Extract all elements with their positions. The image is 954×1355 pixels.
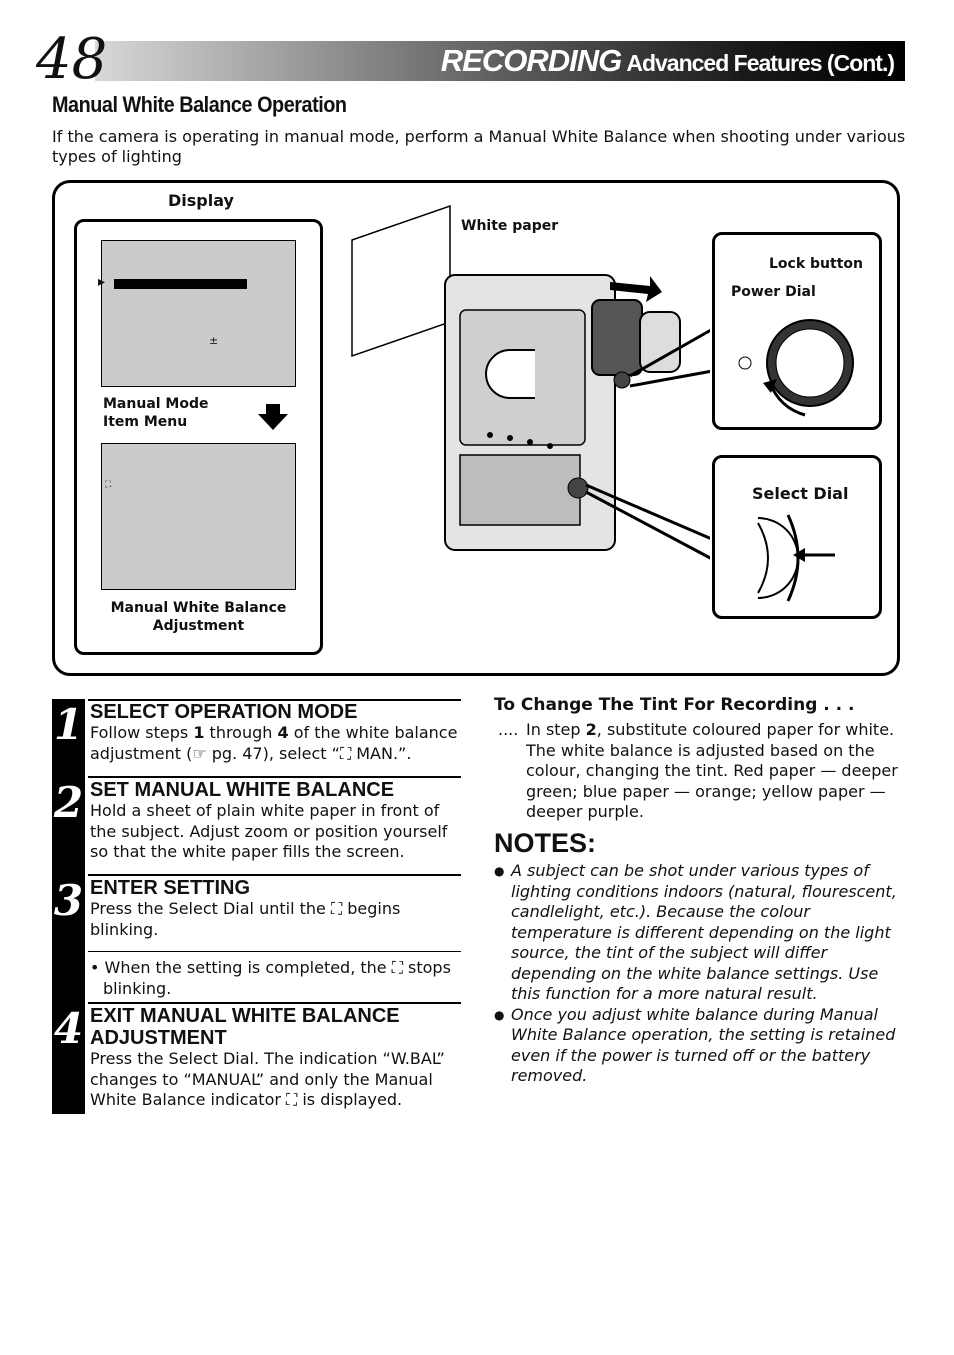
- step-number: 2: [53, 778, 84, 827]
- step-body: Press the Select Dial until the ⛶ begins…: [90, 899, 430, 940]
- lock-button-label: Lock button: [769, 256, 863, 272]
- step-1: SELECT OPERATION MODE Follow steps 1 thr…: [90, 701, 460, 764]
- bullet: ●: [494, 864, 505, 878]
- step-title: ADJUSTMENT: [90, 1027, 227, 1049]
- notes-list: ● A subject can be shot under various typ…: [494, 861, 904, 1087]
- step-2: SET MANUAL WHITE BALANCE Hold a sheet of…: [90, 779, 450, 863]
- tint-lead: ....: [498, 720, 519, 739]
- step-body: Press the Select Dial. The indication “W…: [90, 1049, 450, 1111]
- text: 1: [193, 723, 205, 742]
- step-number: 3: [53, 876, 84, 925]
- step-number: 1: [53, 700, 84, 749]
- power-dial-label: Power Dial: [731, 284, 816, 300]
- manual-white-balance-icon: ⛶: [286, 1090, 298, 1109]
- title-sub: Advanced Features (Cont.): [626, 50, 895, 76]
- step-3-note: • When the setting is completed, the ⛶ s…: [90, 958, 468, 999]
- step-title: ENTER SETTING: [90, 877, 251, 899]
- menu-highlight-bar: [114, 279, 247, 289]
- note-text: Once you adjust white balance during Man…: [511, 1004, 896, 1086]
- white-paper: [351, 204, 451, 358]
- caption-line: Adjustment: [152, 618, 245, 634]
- tint-title: To Change The Tint For Recording . . .: [494, 695, 855, 715]
- step-title: SET MANUAL WHITE BALANCE: [90, 779, 395, 801]
- manual-white-balance-icon: ⛶: [105, 480, 112, 490]
- caption-line: Item Menu: [103, 414, 188, 430]
- screen1-caption: Manual Mode Item Menu: [103, 395, 209, 431]
- arrow-right-icon: [610, 276, 662, 302]
- text: 2: [585, 720, 597, 739]
- step-3: ENTER SETTING Press the Select Dial unti…: [90, 877, 430, 940]
- select-dial-label: Select Dial: [752, 484, 849, 503]
- page-title: RECORDING Advanced Features (Cont.): [440, 42, 895, 85]
- manual-white-balance-icon: ⛶: [391, 958, 403, 977]
- text: MAN.”.: [356, 743, 412, 763]
- notes-title: NOTES:: [494, 828, 597, 858]
- text: In step: [526, 720, 586, 739]
- text: Follow steps: [90, 723, 194, 742]
- divider: [88, 776, 461, 778]
- page-number: 48: [36, 27, 108, 92]
- intro-text: If the camera is operating in manual mod…: [52, 127, 906, 166]
- step-4: EXIT MANUAL WHITE BALANCE ADJUSTMENT Pre…: [90, 1005, 450, 1111]
- text: through: [204, 723, 278, 742]
- manual-white-balance-icon: ⛶: [330, 899, 343, 918]
- screen-white-balance: ⛶: [101, 443, 296, 590]
- screen1-symbol: ±: [209, 334, 219, 347]
- screen-manual-mode: ▸ ±: [98, 240, 296, 387]
- step-title: EXIT MANUAL WHITE BALANCE: [90, 1005, 400, 1027]
- step-body: Follow steps 1 through 4 of the white ba…: [90, 723, 460, 764]
- select-dial-panel: Select Dial: [712, 455, 882, 619]
- note-item: ● Once you adjust white balance during Ma…: [494, 1005, 904, 1087]
- power-dial-panel: Lock button Power Dial: [712, 232, 882, 430]
- viewfinder: [591, 299, 643, 376]
- manual-white-balance-icon: ⛶: [339, 743, 352, 763]
- arrow-down-icon: [258, 404, 288, 430]
- text: 4: [277, 723, 289, 742]
- camcorder-illustration: [351, 204, 710, 560]
- screen2-caption: Manual White Balance Adjustment: [101, 599, 296, 635]
- power-dial-icon: [738, 319, 854, 417]
- tint-body: In step 2, substitute coloured paper for…: [526, 720, 906, 823]
- select-dial-icon: [757, 514, 835, 602]
- note-text: A subject can be shot under various type…: [511, 861, 897, 1003]
- select-dial-small: [567, 477, 589, 499]
- power-dial-small: [613, 371, 631, 389]
- step-body: Hold a sheet of plain white paper in fro…: [90, 801, 448, 861]
- title-main: RECORDING: [440, 43, 622, 78]
- bullet: ●: [494, 1007, 505, 1022]
- manual-page: 48 RECORDING Advanced Features (Cont.) M…: [0, 0, 954, 1355]
- divider: [88, 951, 461, 952]
- text: is displayed.: [302, 1090, 403, 1109]
- note-item: ● A subject can be shot under various typ…: [494, 861, 904, 1005]
- text: • When the setting is completed, the: [90, 958, 387, 977]
- text: Press the Select Dial until the: [90, 899, 326, 918]
- cursor-arrow-icon: ▸: [98, 274, 106, 290]
- caption-line: Manual White Balance: [110, 600, 287, 616]
- divider: [88, 874, 461, 876]
- caption-line: Manual Mode: [103, 396, 209, 412]
- step-number: 4: [53, 1004, 84, 1053]
- display-label: Display: [168, 191, 234, 210]
- step-title: SELECT OPERATION MODE: [90, 701, 358, 723]
- section-title: Manual White Balance Operation: [52, 92, 347, 117]
- divider: [88, 1002, 461, 1004]
